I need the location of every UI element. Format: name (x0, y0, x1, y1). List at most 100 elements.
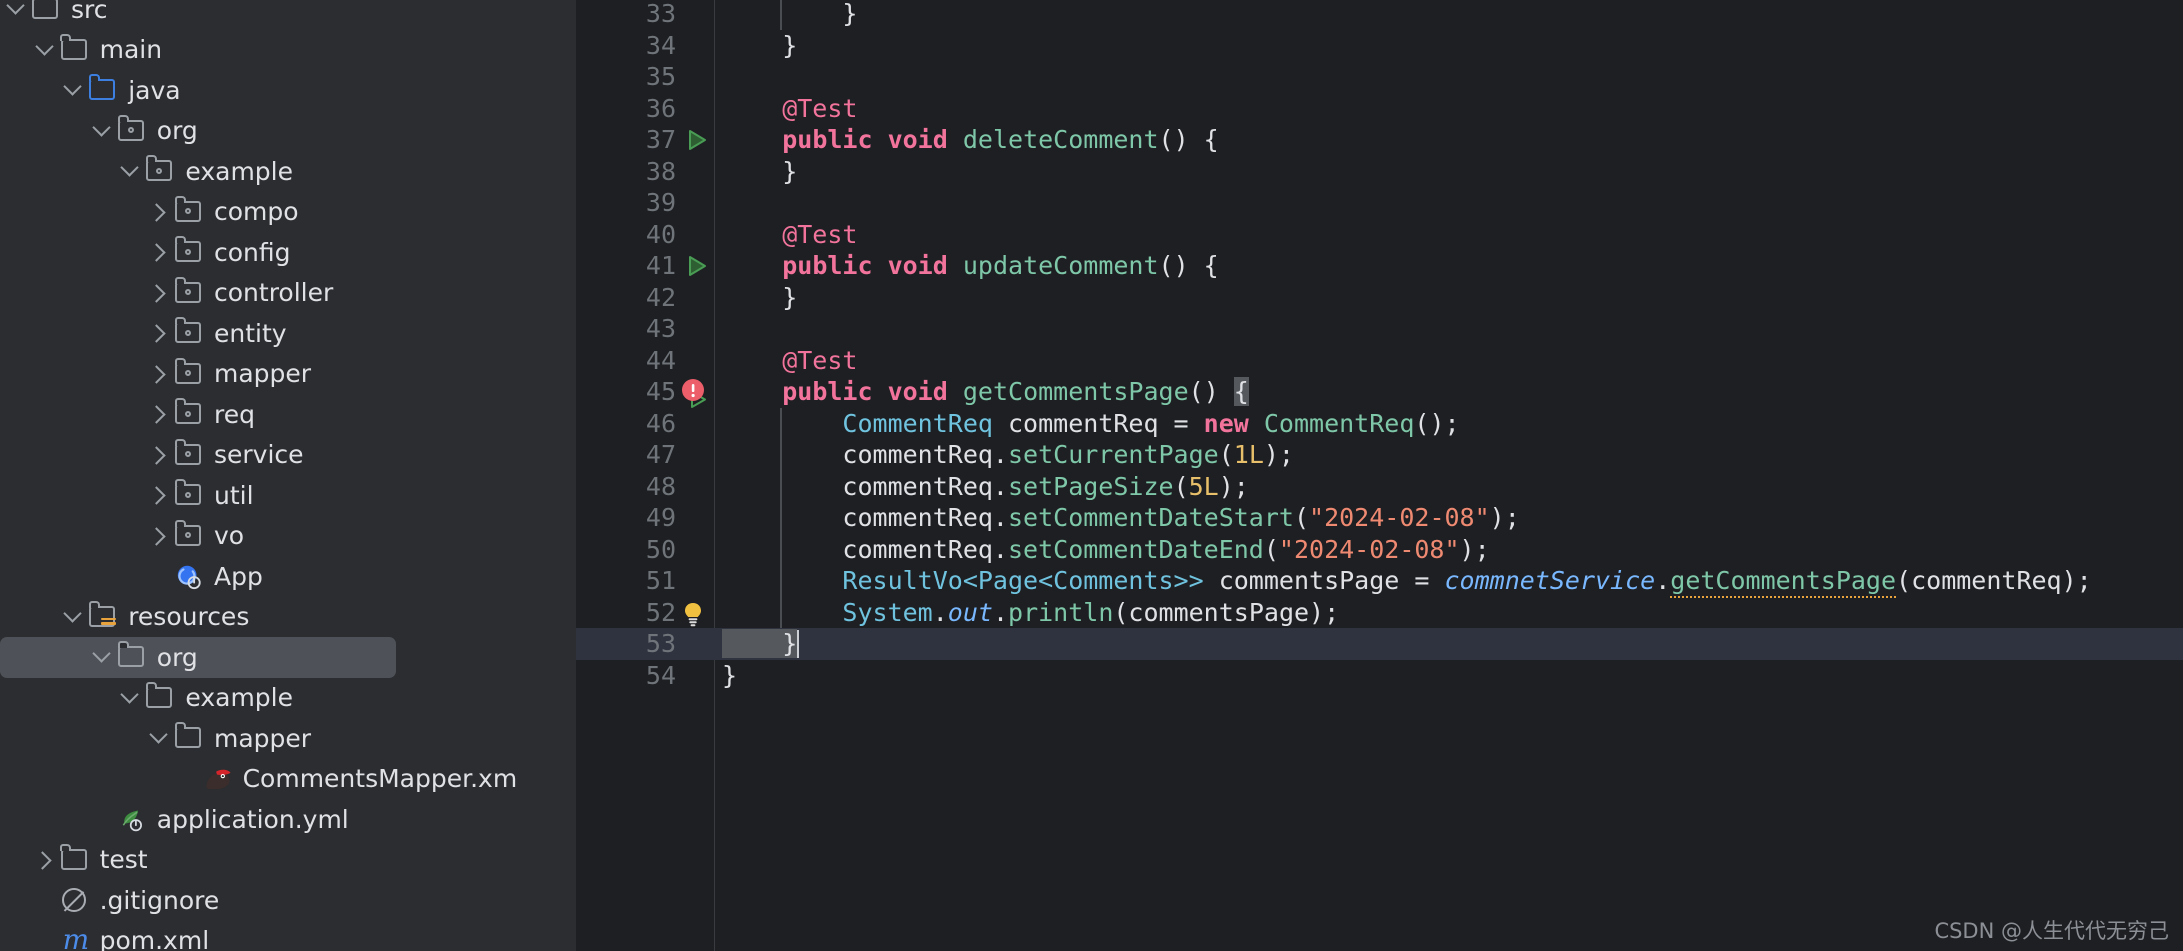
code-line[interactable]: 33 } (576, 0, 2183, 30)
code-line[interactable]: 34 } (576, 30, 2183, 62)
tree-item-test[interactable]: test (0, 840, 576, 881)
tree-item-org[interactable]: org (0, 637, 396, 678)
tree-item-example[interactable]: example (0, 151, 576, 192)
tree-item-mapper[interactable]: mapper (0, 718, 576, 759)
chevron-right-icon[interactable] (33, 847, 59, 873)
code-line[interactable]: 53 } (576, 628, 2183, 660)
chevron-right-icon[interactable] (147, 280, 173, 306)
code-line[interactable]: 39 (576, 187, 2183, 219)
tree-item-req[interactable]: req (0, 394, 576, 435)
tree-item-compo[interactable]: compo (0, 192, 576, 233)
tree-item-label: test (99, 845, 148, 875)
tree-item-label: application.yml (156, 804, 349, 834)
tree-item-example[interactable]: example (0, 678, 576, 719)
tree-item-pom-xml[interactable]: m pom.xml (0, 921, 576, 951)
tree-item-vo[interactable]: vo (0, 516, 576, 557)
tree-item-service[interactable]: service (0, 435, 576, 476)
code-line[interactable]: 36 @Test (576, 93, 2183, 125)
code-line[interactable]: 48 commentReq.setPageSize(5L); (576, 470, 2183, 502)
code-line[interactable]: 38 } (576, 156, 2183, 188)
package-folder-icon (144, 155, 176, 186)
code-text: commentReq.setCurrentPage(1L); (722, 440, 1294, 469)
tree-item-mapper[interactable]: mapper (0, 354, 576, 395)
tree-item-label: mapper (214, 359, 312, 389)
chevron-down-icon[interactable] (118, 685, 144, 711)
tree-item-label: main (99, 35, 163, 65)
code-line[interactable]: 51 ResultVo<Page<Comments>> commentsPage… (576, 565, 2183, 598)
tree-item-config[interactable]: config (0, 232, 576, 273)
line-number: 35 (645, 62, 676, 91)
code-line[interactable]: 49 commentReq.setCommentDateStart("2024-… (576, 502, 2183, 534)
chevron-down-icon[interactable] (61, 77, 87, 103)
code-line[interactable]: 41 public void updateComment() { (576, 250, 2183, 282)
tree-item-resources[interactable]: resources (0, 597, 576, 638)
folder-icon (59, 843, 91, 875)
chevron-down-icon[interactable] (147, 725, 173, 751)
tree-item-entity[interactable]: entity (0, 313, 576, 354)
tree-item-java[interactable]: java (0, 70, 576, 111)
code-line[interactable]: 52 System.out.println(commentsPage); (576, 596, 2183, 628)
folder-icon (30, 0, 62, 24)
code-line[interactable]: 43 (576, 313, 2183, 345)
tree-item-org[interactable]: org (0, 111, 576, 152)
code-text: } (722, 660, 738, 690)
mybatis-mapper-icon (202, 764, 234, 794)
chevron-down-icon[interactable] (61, 604, 87, 630)
tree-item-app[interactable]: App (0, 556, 576, 597)
line-number: 47 (645, 440, 676, 469)
chevron-right-icon[interactable] (147, 239, 173, 265)
code-line[interactable]: 45 public void getCommentsPage() { (576, 376, 2183, 408)
chevron-right-icon[interactable] (147, 482, 173, 508)
ide-window: src main java org example compo config controll… (0, 0, 2183, 951)
run-test-gutter-icon[interactable] (684, 253, 710, 279)
line-number: 33 (645, 0, 676, 28)
chevron-right-icon[interactable] (147, 361, 173, 387)
tree-item-application-yml[interactable]: application.yml (0, 799, 576, 840)
line-number: 48 (645, 471, 676, 501)
tree-item-gitignore[interactable]: .gitignore (0, 880, 576, 921)
code-text: commentReq.setCommentDateEnd("2024-02-08… (722, 534, 1490, 564)
package-folder-icon (173, 519, 205, 551)
package-folder-icon (173, 438, 205, 470)
chevron-down-icon[interactable] (33, 37, 59, 63)
code-line[interactable]: 40 @Test (576, 219, 2183, 251)
package-folder-icon (173, 317, 205, 348)
code-line[interactable]: 50 commentReq.setCommentDateEnd("2024-02… (576, 533, 2183, 565)
code-line[interactable]: 54} (576, 660, 2183, 692)
chevron-right-icon[interactable] (147, 442, 173, 468)
tree-item-src[interactable]: src (0, 0, 576, 30)
code-line[interactable]: 42 } (576, 282, 2183, 314)
run-test-gutter-icon[interactable] (684, 127, 710, 153)
tree-item-label: App (214, 561, 263, 591)
code-line[interactable]: 47 commentReq.setCurrentPage(1L); (576, 439, 2183, 471)
code-line[interactable]: 35 (576, 61, 2183, 93)
code-line[interactable]: 44 @Test (576, 345, 2183, 377)
tree-item-label: pom.xml (99, 926, 210, 951)
code-editor[interactable]: 33 } 34 } 35 36 @Test 37 public void deleteC… (576, 0, 2183, 951)
tree-item-controller[interactable]: controller (0, 273, 576, 314)
chevron-down-icon[interactable] (4, 0, 30, 22)
tree-item-util[interactable]: util (0, 475, 576, 516)
tree-item-main[interactable]: main (0, 30, 576, 71)
chevron-right-icon[interactable] (147, 523, 173, 549)
tree-item-commentsmapper-xm[interactable]: CommentsMapper.xm (0, 759, 576, 800)
code-line[interactable]: 37 public void deleteComment() { (576, 124, 2183, 156)
code-text: public void deleteComment() { (782, 125, 1219, 154)
project-tree-panel[interactable]: src main java org example compo config controll… (0, 0, 576, 951)
chevron-right-icon[interactable] (147, 401, 173, 427)
line-number: 39 (645, 188, 676, 217)
code-text: } (722, 0, 858, 28)
breakpoint-with-run-icon[interactable] (680, 379, 706, 408)
chevron-down-icon[interactable] (118, 158, 144, 184)
chevron-down-icon[interactable] (90, 118, 116, 144)
intention-bulb-icon[interactable] (680, 601, 706, 627)
package-folder-icon (173, 236, 205, 267)
chevron-down-icon[interactable] (90, 644, 116, 670)
chevron-right-icon[interactable] (147, 320, 173, 346)
tree-item-label: service (214, 440, 304, 470)
line-number: 46 (645, 408, 676, 438)
code-line[interactable]: 46 CommentReq commentReq = new CommentRe… (576, 407, 2183, 439)
chevron-right-icon[interactable] (147, 199, 173, 225)
